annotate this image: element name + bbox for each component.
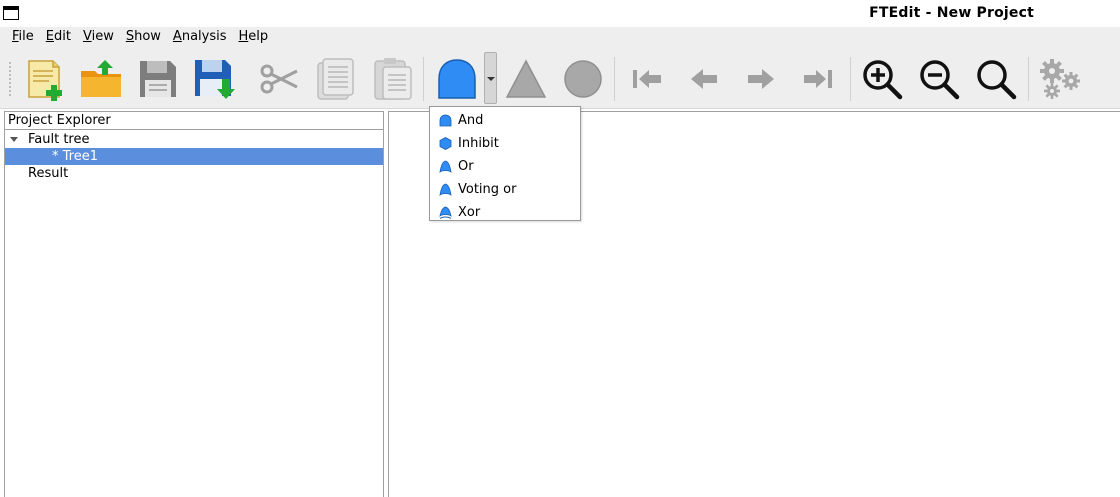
go-back-icon xyxy=(687,64,721,94)
go-forward-icon xyxy=(744,64,778,94)
go-first-button[interactable] xyxy=(624,56,670,102)
save-icon xyxy=(137,58,179,100)
paste-button[interactable] xyxy=(370,56,416,102)
event-button[interactable] xyxy=(560,56,606,102)
menu-item-and[interactable]: And xyxy=(430,109,580,132)
project-explorer: Project Explorer Fault tree * Tree1 Resu… xyxy=(4,111,384,497)
toolbar-separator xyxy=(423,57,424,101)
and-gate-icon xyxy=(436,57,478,101)
menu-item-voting-or[interactable]: Voting or xyxy=(430,178,580,201)
menu-bar: File Edit View Show Analysis Help xyxy=(0,27,1120,47)
project-explorer-header: Project Explorer xyxy=(5,112,383,130)
copy-icon xyxy=(314,57,358,101)
new-project-button[interactable] xyxy=(22,56,68,102)
zoom-in-button[interactable] xyxy=(859,56,905,102)
voting-or-gate-icon xyxy=(438,183,452,197)
menu-show[interactable]: Show xyxy=(120,27,167,47)
menu-item-inhibit[interactable]: Inhibit xyxy=(430,132,580,155)
go-back-button[interactable] xyxy=(681,56,727,102)
zoom-out-button[interactable] xyxy=(916,56,962,102)
inhibit-gate-icon xyxy=(438,137,452,151)
paste-icon xyxy=(371,57,415,101)
menu-view[interactable]: View xyxy=(77,27,120,47)
tree-node-result[interactable]: Result xyxy=(5,165,383,182)
save-button[interactable] xyxy=(135,56,181,102)
circle-icon xyxy=(562,58,604,100)
toolbar-separator xyxy=(850,57,851,101)
settings-button[interactable] xyxy=(1037,56,1083,102)
or-gate-icon xyxy=(438,160,452,174)
zoom-reset-icon xyxy=(975,58,1017,100)
toolbar xyxy=(0,47,1120,109)
zoom-in-icon xyxy=(861,58,903,100)
menu-edit[interactable]: Edit xyxy=(40,27,77,47)
toolbar-separator xyxy=(614,57,615,101)
go-first-icon xyxy=(630,64,664,94)
tree-label: Result xyxy=(28,166,69,181)
menu-item-xor[interactable]: Xor xyxy=(430,201,580,224)
and-gate-icon xyxy=(438,114,452,128)
tree-expand-icon[interactable] xyxy=(10,137,18,142)
open-folder-icon xyxy=(79,57,123,101)
cut-icon xyxy=(257,57,301,101)
toolbar-separator xyxy=(1028,57,1029,101)
tree-label: Fault tree xyxy=(28,132,90,147)
copy-button[interactable] xyxy=(313,56,359,102)
go-last-button[interactable] xyxy=(795,56,841,102)
new-project-icon xyxy=(23,57,67,101)
transfer-button[interactable] xyxy=(503,56,549,102)
xor-gate-icon xyxy=(438,206,452,220)
go-last-icon xyxy=(801,64,835,94)
menu-analysis[interactable]: Analysis xyxy=(167,27,233,47)
menu-file[interactable]: File xyxy=(6,27,40,47)
save-as-button[interactable] xyxy=(191,56,237,102)
gate-dropdown-arrow[interactable] xyxy=(484,52,497,104)
triangle-icon xyxy=(505,58,547,100)
save-as-icon xyxy=(192,57,236,101)
gate-button[interactable] xyxy=(434,56,480,102)
menu-help[interactable]: Help xyxy=(233,27,275,47)
tree-node-fault-tree[interactable]: Fault tree xyxy=(5,131,383,148)
settings-icon xyxy=(1038,57,1082,101)
title-bar: FTEdit - New Project xyxy=(0,0,1120,27)
gate-dropdown-menu: And Inhibit Or Voting or Xor xyxy=(429,106,581,221)
tree-label: * Tree1 xyxy=(52,149,98,164)
toolbar-grip[interactable] xyxy=(8,61,12,97)
window-title: FTEdit - New Project xyxy=(869,5,1034,21)
open-button[interactable] xyxy=(78,56,124,102)
cut-button[interactable] xyxy=(256,56,302,102)
tree-node-tree1[interactable]: * Tree1 xyxy=(5,148,383,165)
go-forward-button[interactable] xyxy=(738,56,784,102)
zoom-reset-button[interactable] xyxy=(973,56,1019,102)
menu-item-or[interactable]: Or xyxy=(430,155,580,178)
zoom-out-icon xyxy=(918,58,960,100)
